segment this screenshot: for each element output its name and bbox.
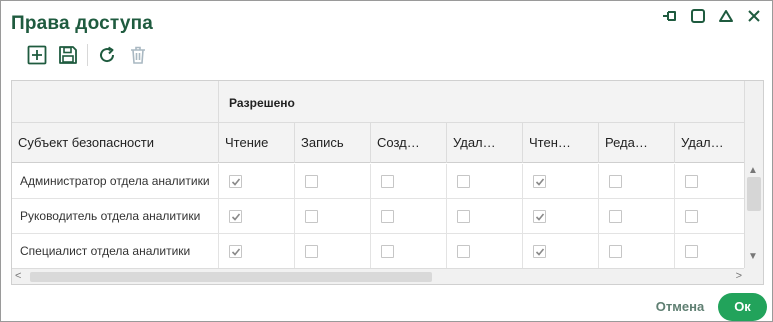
cancel-button[interactable]: Отмена [649, 296, 711, 318]
horizontal-scrollbar[interactable]: < > [12, 268, 745, 284]
column-header[interactable]: Чтение [219, 123, 295, 163]
subject-cell: Руководитель отдела аналитики [12, 199, 219, 234]
column-header-subject[interactable]: Субъект безопасности [12, 123, 219, 163]
column-header[interactable]: Запись [295, 123, 371, 163]
column-header[interactable]: Чтен… [523, 123, 599, 163]
grid-header-columns: Субъект безопасности Чтение Запись Созд…… [12, 123, 745, 163]
subject-cell: Специалист отдела аналитики [12, 234, 219, 269]
dialog-footer: Отмена Ок [1, 292, 773, 322]
dialog-title: Права доступа [11, 13, 154, 34]
permission-checkbox[interactable] [685, 210, 698, 223]
permission-checkbox[interactable] [685, 245, 698, 258]
column-header[interactable]: Реда… [599, 123, 675, 163]
scroll-left-icon[interactable]: < [15, 270, 21, 282]
permission-checkbox[interactable] [533, 175, 546, 188]
subject-cell: Администратор отдела аналитики [12, 164, 219, 199]
column-header[interactable]: Удал… [447, 123, 523, 163]
group-header-allowed: Разрешено [229, 96, 295, 110]
grid-header-top: Разрешено [12, 81, 745, 123]
permission-checkbox[interactable] [609, 175, 622, 188]
collapse-icon[interactable] [716, 7, 736, 25]
permission-checkbox[interactable] [457, 210, 470, 223]
scroll-right-icon[interactable]: > [736, 270, 742, 282]
checkmark-icon [231, 213, 241, 221]
toolbar [25, 43, 157, 67]
ok-button[interactable]: Ок [718, 293, 767, 321]
toolbar-separator [87, 44, 88, 66]
scroll-down-icon[interactable]: ▼ [748, 251, 758, 262]
permission-checkbox[interactable] [533, 210, 546, 223]
checkmark-icon [535, 213, 545, 221]
horizontal-scroll-thumb[interactable] [30, 272, 432, 282]
permission-checkbox[interactable] [533, 245, 546, 258]
add-icon[interactable] [25, 43, 49, 67]
checkmark-icon [231, 178, 241, 186]
scroll-up-icon[interactable]: ▲ [748, 165, 758, 176]
close-icon[interactable] [744, 7, 764, 25]
permission-checkbox[interactable] [381, 210, 394, 223]
permission-checkbox[interactable] [229, 245, 242, 258]
permission-checkbox[interactable] [305, 210, 318, 223]
save-icon[interactable] [56, 43, 80, 67]
table-row[interactable]: Специалист отдела аналитики [12, 234, 745, 269]
checkmark-icon [535, 178, 545, 186]
permission-checkbox[interactable] [685, 175, 698, 188]
permission-checkbox[interactable] [609, 210, 622, 223]
column-header[interactable]: Удал… [675, 123, 745, 163]
permission-checkbox[interactable] [457, 245, 470, 258]
scrollbar-corner [744, 268, 763, 284]
permission-checkbox[interactable] [229, 210, 242, 223]
column-header[interactable]: Созд… [371, 123, 447, 163]
permission-checkbox[interactable] [305, 175, 318, 188]
permission-checkbox[interactable] [305, 245, 318, 258]
window-controls [660, 7, 764, 25]
table-row[interactable]: Администратор отдела аналитики [12, 164, 745, 199]
permission-checkbox[interactable] [381, 175, 394, 188]
vertical-scroll-thumb[interactable] [747, 177, 761, 211]
checkmark-icon [231, 248, 241, 256]
permission-checkbox[interactable] [381, 245, 394, 258]
permission-checkbox[interactable] [609, 245, 622, 258]
permission-checkbox[interactable] [457, 175, 470, 188]
delete-icon[interactable] [126, 43, 150, 67]
table-row[interactable]: Руководитель отдела аналитики [12, 199, 745, 234]
vertical-scrollbar[interactable]: ▲ ▼ [744, 81, 763, 284]
access-rights-dialog: Права доступа Разрешено Субъект безопасн… [0, 0, 773, 322]
refresh-icon[interactable] [95, 43, 119, 67]
pin-icon[interactable] [660, 7, 680, 25]
checkmark-icon [535, 248, 545, 256]
permissions-grid: Разрешено Субъект безопасности Чтение За… [11, 80, 764, 285]
subject-header-spacer [12, 81, 219, 123]
maximize-icon[interactable] [688, 7, 708, 25]
permission-checkbox[interactable] [229, 175, 242, 188]
